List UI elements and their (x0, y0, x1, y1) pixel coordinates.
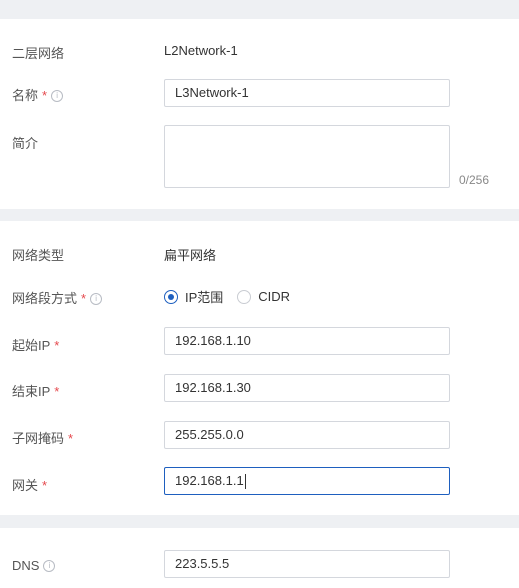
dns-input[interactable]: 223.5.5.5 (164, 550, 450, 578)
required-mark: * (68, 431, 74, 446)
required-mark: * (54, 384, 60, 399)
required-mark: * (54, 338, 60, 353)
start-ip-label: 起始IP * (12, 335, 59, 354)
info-icon[interactable]: i (90, 292, 103, 305)
radio-ip-range-indicator[interactable] (164, 289, 178, 304)
name-input[interactable]: L3Network-1 (164, 79, 450, 107)
radio-cidr-label: CIDR (258, 289, 291, 304)
start-ip-input[interactable]: 192.168.1.10 (164, 327, 450, 355)
network-mode-label: 网络段方式 * i (12, 288, 103, 307)
gateway-label: 网关 * (12, 475, 47, 494)
required-mark: * (42, 478, 48, 493)
dns-label-text: DNS (12, 558, 40, 573)
description-label: 简介 (12, 136, 39, 151)
dns-label: DNS i (12, 558, 56, 573)
network-type-value: 扁平网络 (164, 248, 217, 263)
l2-network-value: L2Network-1 (164, 43, 238, 58)
l2-network-label: 二层网络 (12, 46, 65, 61)
name-label-text: 名称 (12, 88, 39, 103)
dns-card: DNS i 223.5.5.5 (0, 528, 519, 588)
radio-cidr-indicator[interactable] (237, 289, 252, 304)
radio-ip-range[interactable]: IP范围 (164, 287, 223, 306)
start-ip-label-text: 起始IP (12, 338, 51, 353)
gateway-label-text: 网关 (12, 478, 39, 493)
radio-cidr[interactable]: CIDR (237, 289, 290, 304)
netmask-label: 子网掩码 * (12, 428, 73, 447)
description-char-counter: 0/256 (459, 173, 490, 187)
end-ip-label-text: 结束IP (12, 384, 51, 399)
end-ip-input[interactable]: 192.168.1.30 (164, 374, 450, 402)
network-config-card: 网络类型 扁平网络 网络段方式 * i IP范围 CIDR 起始IP * 192.16… (0, 221, 519, 515)
network-type-label: 网络类型 (12, 248, 65, 263)
netmask-input[interactable]: 255.255.0.0 (164, 421, 450, 449)
end-ip-label: 结束IP * (12, 381, 59, 400)
basic-info-card: 二层网络 L2Network-1 名称 * i L3Network-1 简介 0/2… (0, 19, 519, 209)
text-caret (244, 474, 246, 490)
radio-ip-range-label: IP范围 (185, 290, 224, 305)
network-mode-radio-group: IP范围 CIDR (164, 287, 304, 306)
gateway-input[interactable]: 192.168.1.1 (164, 467, 450, 495)
required-mark: * (81, 291, 87, 306)
network-mode-label-text: 网络段方式 (12, 291, 78, 306)
info-icon[interactable]: i (51, 89, 64, 102)
gateway-input-value: 192.168.1.1 (175, 473, 244, 488)
info-icon[interactable]: i (43, 559, 56, 572)
netmask-label-text: 子网掩码 (12, 431, 65, 446)
description-textarea[interactable] (164, 125, 450, 188)
name-label: 名称 * i (12, 85, 64, 104)
required-mark: * (42, 88, 48, 103)
